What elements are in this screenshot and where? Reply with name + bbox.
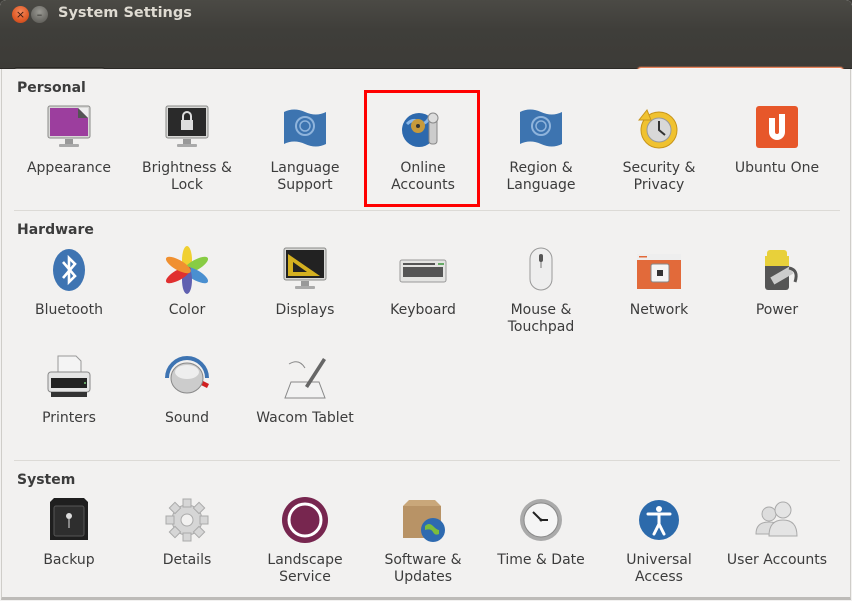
settings-item-label: Wacom Tablet	[256, 410, 354, 426]
security-privacy-icon	[637, 109, 678, 149]
settings-item-language-support[interactable]: Language Support	[246, 104, 364, 194]
settings-item-network[interactable]: Network	[600, 246, 718, 319]
settings-item-power[interactable]: Power	[718, 246, 836, 319]
settings-item-label: Software & Updates	[384, 552, 462, 585]
bluetooth-icon	[53, 249, 85, 291]
settings-item-mouse-touchpad[interactable]: Mouse & Touchpad	[482, 246, 600, 336]
settings-item-ubuntu-one[interactable]: Ubuntu One	[718, 104, 836, 177]
minimize-icon: –	[36, 8, 43, 21]
settings-item-bluetooth[interactable]: Bluetooth	[10, 246, 128, 319]
mouse-icon	[529, 247, 553, 291]
settings-item-label: Color	[168, 302, 206, 318]
settings-item-displays[interactable]: Displays	[246, 246, 364, 319]
close-button[interactable]: ×	[12, 6, 29, 23]
settings-item-region-language[interactable]: Region & Language	[482, 104, 600, 194]
settings-item-label: Region & Language	[506, 160, 576, 193]
settings-item-appearance[interactable]: Appearance	[10, 104, 128, 177]
settings-item-label: Network	[629, 302, 689, 318]
language-support-icon	[284, 109, 326, 147]
ubuntu-one-icon	[756, 106, 798, 148]
settings-item-label: Security & Privacy	[622, 160, 696, 193]
section-title-hardware: Hardware	[17, 222, 94, 238]
section-divider	[14, 210, 840, 211]
settings-item-landscape-service[interactable]: Landscape Service	[246, 496, 364, 586]
settings-item-brightness-lock[interactable]: Brightness & Lock	[128, 104, 246, 194]
section-title-system: System	[17, 472, 76, 488]
clock-icon	[520, 499, 562, 541]
settings-item-label: Landscape Service	[267, 552, 343, 585]
highlight-box	[364, 90, 480, 207]
backup-icon	[50, 498, 88, 540]
wacom-tablet-icon	[284, 358, 326, 399]
settings-item-universal-access[interactable]: Universal Access	[600, 496, 718, 586]
settings-item-label: Displays	[275, 302, 335, 318]
universal-access-icon	[639, 500, 679, 540]
settings-item-label: Printers	[42, 410, 96, 426]
region-language-icon	[520, 109, 562, 147]
settings-item-label: Details	[162, 552, 212, 568]
settings-item-label: Time & Date	[497, 552, 585, 568]
settings-item-label: Power	[755, 302, 799, 318]
section-divider	[14, 460, 840, 461]
settings-item-label: Universal Access	[626, 552, 692, 585]
brightness-lock-icon	[165, 105, 209, 147]
settings-item-sound[interactable]: Sound	[128, 354, 246, 427]
keyboard-icon	[399, 259, 447, 283]
settings-item-time-date[interactable]: Time & Date	[482, 496, 600, 569]
settings-item-label: Bluetooth	[35, 302, 103, 318]
landscape-icon	[282, 497, 328, 543]
settings-item-wacom-tablet[interactable]: Wacom Tablet	[246, 354, 364, 427]
details-gear-icon	[165, 498, 209, 542]
sound-icon	[165, 356, 209, 394]
settings-item-label: Language Support	[270, 160, 340, 193]
software-updates-icon	[403, 500, 445, 542]
close-icon: ×	[15, 8, 26, 21]
network-icon	[637, 254, 681, 289]
user-accounts-icon	[755, 501, 798, 537]
window-title: System Settings	[58, 5, 192, 21]
power-icon	[765, 250, 798, 290]
settings-item-keyboard[interactable]: Keyboard	[364, 246, 482, 319]
section-title-personal: Personal	[17, 80, 86, 96]
displays-icon	[283, 247, 327, 289]
printer-icon	[47, 355, 91, 397]
settings-item-label: Appearance	[26, 160, 112, 176]
title-bar: × – System Settings	[0, 0, 852, 30]
color-icon	[165, 246, 209, 294]
settings-item-label: Backup	[43, 552, 95, 568]
settings-item-printers[interactable]: Printers	[10, 354, 128, 427]
settings-item-user-accounts[interactable]: User Accounts	[718, 496, 836, 569]
settings-item-security-privacy[interactable]: Security & Privacy	[600, 104, 718, 194]
settings-item-details[interactable]: Details	[128, 496, 246, 569]
settings-item-color[interactable]: Color	[128, 246, 246, 319]
settings-item-label: Sound	[164, 410, 210, 426]
settings-item-label: Brightness & Lock	[142, 160, 232, 193]
settings-item-label: Keyboard	[390, 302, 456, 318]
minimize-button[interactable]: –	[31, 6, 48, 23]
settings-item-label: Ubuntu One	[734, 160, 820, 176]
settings-item-software-updates[interactable]: Software & Updates	[364, 496, 482, 586]
system-settings-window: × – System Settings All Settings Persona…	[0, 0, 852, 601]
settings-item-label: User Accounts	[726, 552, 828, 568]
appearance-icon	[47, 105, 91, 147]
toolbar: All Settings	[0, 30, 852, 95]
settings-item-backup[interactable]: Backup	[10, 496, 128, 569]
settings-item-label: Mouse & Touchpad	[507, 302, 575, 335]
